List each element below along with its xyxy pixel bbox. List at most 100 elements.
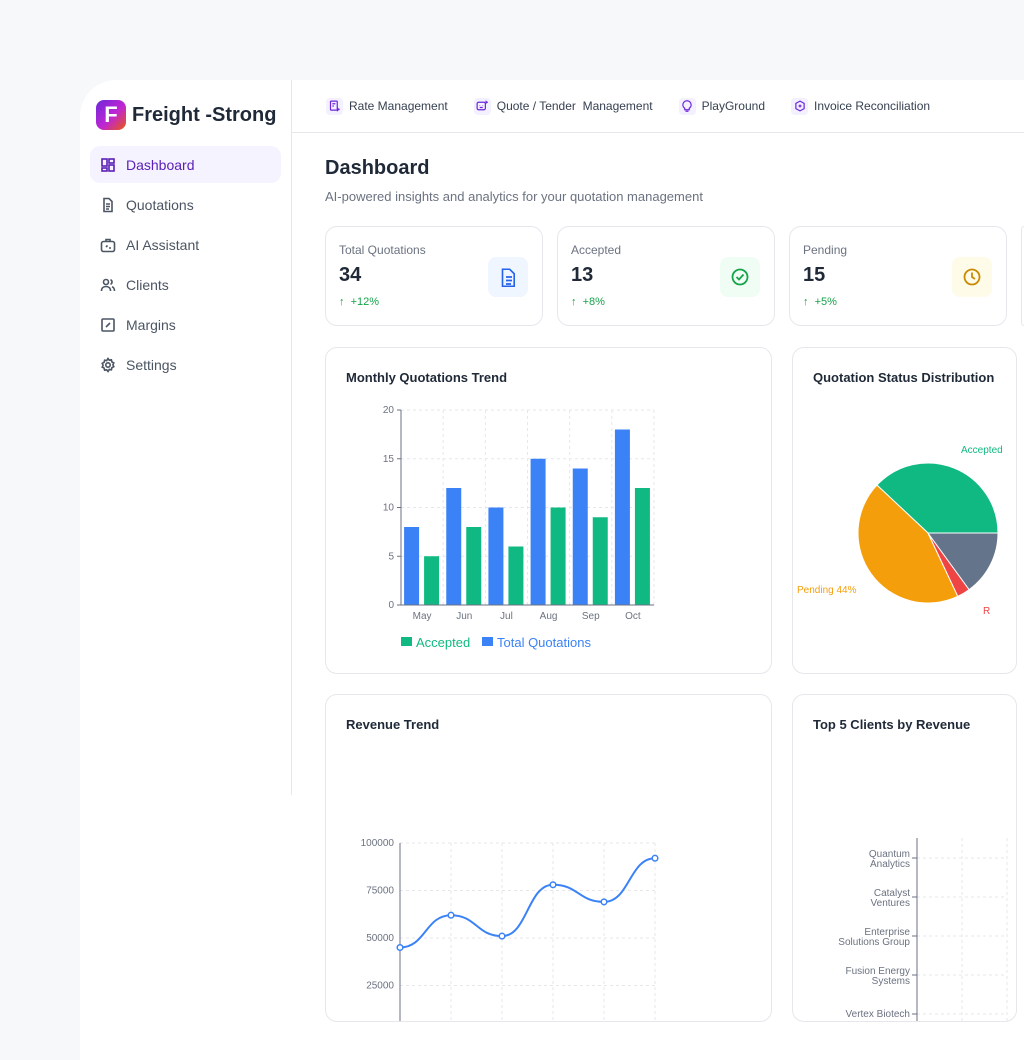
bot-icon xyxy=(100,237,116,253)
y-tick-label: CatalystVentures xyxy=(871,888,911,909)
sidebar: F Freight -Strong Dashboard Quotations AI … xyxy=(80,80,292,795)
y-tick-label: 25000 xyxy=(366,981,394,992)
y-tick-label: QuantumAnalytics xyxy=(869,849,910,870)
x-tick-label: May xyxy=(413,611,432,622)
stat-change: ↑ +5% xyxy=(803,296,837,308)
stat-value: 15 xyxy=(803,264,825,287)
x-tick-label: Oct xyxy=(625,611,641,622)
stat-card-pending: Pending 15 ↑ +5% xyxy=(789,226,1007,326)
top-clients-card: Top 5 Clients by Revenue 012QuantumAnaly… xyxy=(792,694,1017,1022)
y-tick-label: 10 xyxy=(383,503,395,514)
topnav-label: Rate Management xyxy=(349,99,448,113)
bar-accepted xyxy=(424,556,439,605)
y-tick-label: Fusion EnergySystems xyxy=(846,966,910,987)
revenue-trend-card: Revenue Trend 0250005000075000100000MayJ… xyxy=(325,694,772,1022)
y-tick-label: 100000 xyxy=(361,838,395,849)
sidebar-item-clients[interactable]: Clients xyxy=(90,266,281,303)
revenue-line xyxy=(400,858,655,947)
pie-label-pending: Pending 44% xyxy=(797,585,857,596)
monthly-quotations-chart: 05101520MayJunJulAugSepOctAcceptedTotal … xyxy=(326,348,771,673)
top-navigation: Rate Management Quote / Tender Management… xyxy=(292,80,1024,133)
revenue-line-chart: 0250005000075000100000MayJunJulAugSepOct… xyxy=(326,695,771,1021)
logo-mark: F xyxy=(96,100,126,130)
stat-change-value: +12% xyxy=(351,296,379,308)
monthly-quotations-card: Monthly Quotations Trend 05101520MayJunJ… xyxy=(325,347,772,674)
y-tick-label: EnterpriseSolutions Group xyxy=(838,927,910,948)
bar-total-quotations xyxy=(404,527,419,605)
arrow-up-icon: ↑ xyxy=(571,296,577,308)
top-clients-chart: 012QuantumAnalyticsCatalystVenturesEnter… xyxy=(793,695,1016,1021)
y-tick-label: 15 xyxy=(383,454,395,465)
sidebar-item-label: AI Assistant xyxy=(126,237,199,253)
stat-change-value: +8% xyxy=(583,296,605,308)
sidebar-item-margins[interactable]: Margins xyxy=(90,306,281,343)
pie-label-accepted: Accepted xyxy=(961,445,1003,456)
data-point xyxy=(397,945,403,951)
document-icon xyxy=(488,257,528,297)
topnav-label: PlayGround xyxy=(702,99,765,113)
topnav-label: Invoice Reconciliation xyxy=(814,99,930,113)
sidebar-item-label: Clients xyxy=(126,277,169,293)
topnav-invoice-reconciliation[interactable]: Invoice Reconciliation xyxy=(791,98,930,115)
quote-icon xyxy=(474,98,491,115)
sidebar-item-ai-assistant[interactable]: AI Assistant xyxy=(90,226,281,263)
bar-accepted xyxy=(466,527,481,605)
page-title: Dashboard xyxy=(325,157,429,180)
topnav-rate-management[interactable]: Rate Management xyxy=(326,98,448,115)
stat-value: 13 xyxy=(571,264,593,287)
topnav-label: Quote / Tender Management xyxy=(497,99,653,113)
stat-value: 34 xyxy=(339,264,361,287)
y-tick-label: 5 xyxy=(388,551,394,562)
y-tick-label: Vertex Biotech xyxy=(846,1009,910,1020)
y-tick-label: 50000 xyxy=(366,933,394,944)
brand-logo[interactable]: F Freight -Strong xyxy=(96,100,276,130)
stat-label: Pending xyxy=(803,243,847,257)
layout-grid-icon xyxy=(100,157,116,173)
bar-accepted xyxy=(551,508,566,606)
stat-card-accepted: Accepted 13 ↑ +8% xyxy=(557,226,775,326)
legend-swatch-total xyxy=(482,637,493,646)
sidebar-item-label: Quotations xyxy=(126,197,194,213)
status-distribution-card: Quotation Status Distribution AcceptedPe… xyxy=(792,347,1017,674)
bar-total-quotations xyxy=(446,488,461,605)
data-point xyxy=(550,882,556,888)
brand-name: Freight -Strong xyxy=(132,104,276,127)
bar-total-quotations xyxy=(531,459,546,605)
y-tick-label: 75000 xyxy=(366,886,394,897)
bar-total-quotations xyxy=(615,430,630,606)
stat-change: ↑ +8% xyxy=(571,296,605,308)
x-tick-label: Sep xyxy=(582,611,600,622)
y-tick-label: 0 xyxy=(388,600,394,611)
percent-icon xyxy=(100,317,116,333)
gear-icon xyxy=(100,357,116,373)
x-tick-label: Jul xyxy=(500,611,513,622)
data-point xyxy=(499,933,505,939)
pie-label-rejected: R xyxy=(983,606,990,617)
legend-label-accepted: Accepted xyxy=(416,635,470,650)
y-tick-label: 20 xyxy=(383,405,395,416)
data-point xyxy=(652,855,658,861)
legend-label-total: Total Quotations xyxy=(497,635,591,650)
stat-change: ↑ +12% xyxy=(339,296,379,308)
sidebar-item-label: Margins xyxy=(126,317,176,333)
data-point xyxy=(601,899,607,905)
bar-accepted xyxy=(593,517,608,605)
page-subtitle: AI-powered insights and analytics for yo… xyxy=(325,189,703,204)
stat-card-total-quotations: Total Quotations 34 ↑ +12% xyxy=(325,226,543,326)
sidebar-item-label: Dashboard xyxy=(126,157,195,173)
bar-accepted xyxy=(508,547,523,606)
topnav-playground[interactable]: PlayGround xyxy=(679,98,765,115)
topnav-quote-tender-management[interactable]: Quote / Tender Management xyxy=(474,98,653,115)
sidebar-item-settings[interactable]: Settings xyxy=(90,346,281,383)
lightbulb-icon xyxy=(679,98,696,115)
status-pie-chart: Accepted Pending 44% R xyxy=(793,348,1016,673)
app-window: F Freight -Strong Dashboard Quotations AI … xyxy=(80,80,1024,1060)
bar-total-quotations xyxy=(573,469,588,606)
sidebar-item-dashboard[interactable]: Dashboard xyxy=(90,146,281,183)
sidebar-item-quotations[interactable]: Quotations xyxy=(90,186,281,223)
arrow-up-icon: ↑ xyxy=(339,296,345,308)
clock-icon xyxy=(952,257,992,297)
rate-icon xyxy=(326,98,343,115)
check-circle-icon xyxy=(720,257,760,297)
file-text-icon xyxy=(100,197,116,213)
